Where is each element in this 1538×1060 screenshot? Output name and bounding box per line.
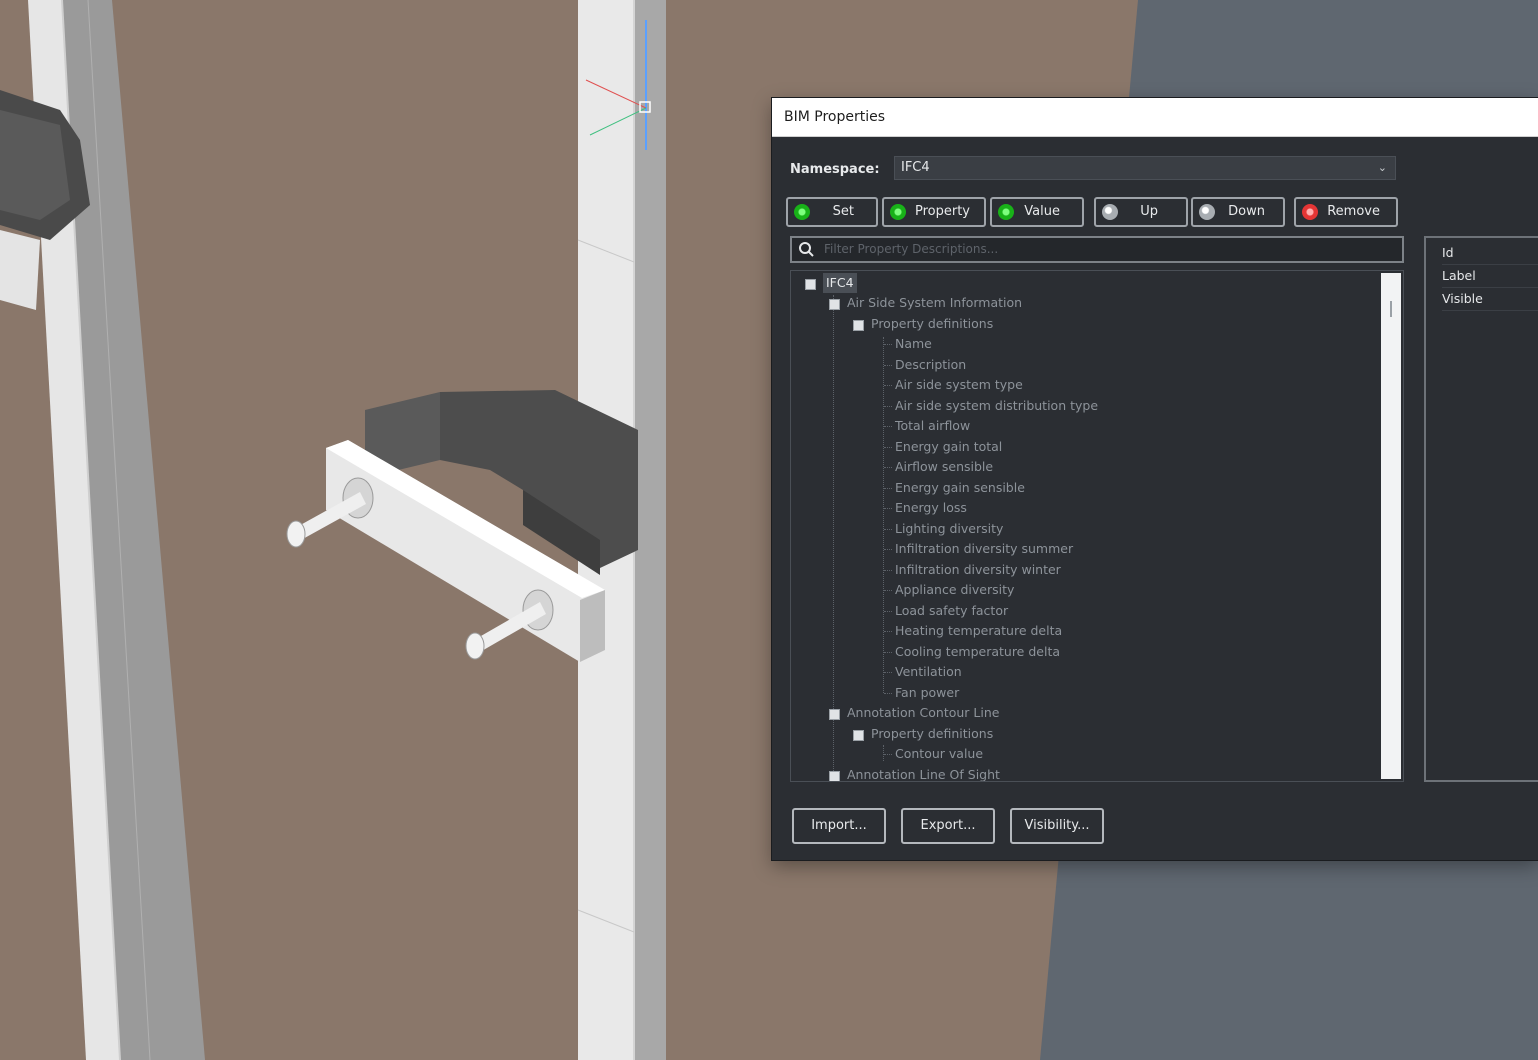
add-value-button[interactable]: Value <box>990 197 1084 227</box>
tree-connector <box>884 508 892 509</box>
collapse-icon <box>829 709 840 720</box>
up-icon <box>1102 204 1118 220</box>
search-icon <box>799 242 814 257</box>
tree-connector <box>884 693 892 694</box>
namespace-value: IFC4 <box>901 160 930 175</box>
tree-connector <box>884 344 892 345</box>
collapse-icon <box>853 320 864 331</box>
tree-node-label: Contour value <box>895 746 984 761</box>
filter-search-field[interactable]: Filter Property Descriptions... <box>790 236 1404 263</box>
scrollbar-thumb[interactable] <box>1390 301 1392 317</box>
tree-connector <box>884 426 892 427</box>
tree-node-label: Air Side System Information <box>847 295 1023 310</box>
tree-node-label: Name <box>895 336 932 351</box>
tree-connector <box>884 488 892 489</box>
tree-node-label: Air side system distribution type <box>895 398 1099 413</box>
move-down-button[interactable]: Down <box>1191 197 1285 227</box>
bim-properties-dialog: BIM Properties Namespace: IFC4 ⌄ Set Pro… <box>772 98 1538 860</box>
tree-node-label: Ventilation <box>895 664 962 679</box>
namespace-label: Namespace: <box>790 161 880 177</box>
tree-connector <box>884 672 892 673</box>
tree-connector <box>884 590 892 591</box>
tree-node-label: Cooling temperature delta <box>895 644 1061 659</box>
add-value-label: Value <box>1024 204 1060 219</box>
tree-connector <box>884 406 892 407</box>
tree-node-label: Energy loss <box>895 500 967 515</box>
tree-scrollbar[interactable] <box>1381 273 1401 779</box>
namespace-row: Namespace: IFC4 ⌄ <box>790 156 1396 182</box>
tree-connector <box>884 754 892 755</box>
add-icon <box>794 204 810 220</box>
tree-node-label: Infiltration diversity summer <box>895 541 1074 556</box>
tree-node-label: Airflow sensible <box>895 459 994 474</box>
tree-connector <box>884 467 892 468</box>
namespace-select[interactable]: IFC4 ⌄ <box>894 156 1396 180</box>
property-attributes-panel: Id Label Visible <box>1424 236 1538 782</box>
attribute-id[interactable]: Id <box>1442 242 1538 265</box>
attribute-visible[interactable]: Visible <box>1442 288 1538 311</box>
remove-button[interactable]: Remove <box>1294 197 1398 227</box>
tree-connector <box>884 447 892 448</box>
export-button[interactable]: Export... <box>901 808 995 844</box>
tree-connector <box>884 529 892 530</box>
tree-connector <box>884 570 892 571</box>
dialog-title-bar[interactable]: BIM Properties <box>772 98 1538 137</box>
property-tree[interactable]: IFC4 Air Side System Information Propert… <box>790 270 1404 782</box>
remove-icon <box>1302 204 1318 220</box>
move-up-label: Up <box>1140 204 1158 219</box>
tree-node-label: Heating temperature delta <box>895 623 1063 638</box>
tree-node-label: Infiltration diversity winter <box>895 562 1061 577</box>
tree-connector <box>884 631 892 632</box>
import-button[interactable]: Import... <box>792 808 886 844</box>
move-down-label: Down <box>1228 204 1265 219</box>
down-icon <box>1199 204 1215 220</box>
tree-guide-line <box>883 745 884 761</box>
add-set-label: Set <box>832 204 854 219</box>
tree-connector <box>884 385 892 386</box>
add-property-button[interactable]: Property <box>882 197 986 227</box>
tree-node-label: Lighting diversity <box>895 521 1004 536</box>
collapse-icon <box>853 730 864 741</box>
tree-node-label: Air side system type <box>895 377 1023 392</box>
dialog-title: BIM Properties <box>784 109 886 125</box>
tree-guide-line <box>833 295 834 775</box>
tree-node-label: Property definitions <box>871 726 994 741</box>
visibility-button[interactable]: Visibility... <box>1010 808 1104 844</box>
tree-guide-line <box>883 337 884 693</box>
collapse-icon <box>829 299 840 310</box>
tree-connector <box>884 549 892 550</box>
tree-node-label: Appliance diversity <box>895 582 1015 597</box>
tree-node-label: Annotation Contour Line <box>847 705 1000 720</box>
tree-node-label: Energy gain sensible <box>895 480 1025 495</box>
tree-node-label: Property definitions <box>871 316 994 331</box>
add-property-label: Property <box>914 204 970 219</box>
move-up-button[interactable]: Up <box>1094 197 1188 227</box>
chevron-down-icon: ⌄ <box>1377 161 1387 174</box>
tree-node-label: Total airflow <box>895 418 971 433</box>
tree-connector <box>884 365 892 366</box>
collapse-icon <box>805 279 816 290</box>
tree-node-label: Energy gain total <box>895 439 1003 454</box>
tree-node-label: Fan power <box>895 685 960 700</box>
add-set-button[interactable]: Set <box>786 197 878 227</box>
tree-node-label: IFC4 <box>823 273 857 293</box>
attribute-label[interactable]: Label <box>1442 265 1538 288</box>
add-icon <box>998 204 1014 220</box>
remove-label: Remove <box>1327 204 1380 219</box>
tree-node-label: Annotation Line Of Sight <box>847 767 1000 782</box>
tree-node-label: Load safety factor <box>895 603 1009 618</box>
tree-connector <box>884 652 892 653</box>
add-icon <box>890 204 906 220</box>
tree-node-label: Description <box>895 357 967 372</box>
expand-icon <box>829 771 840 781</box>
tree-connector <box>884 611 892 612</box>
search-placeholder: Filter Property Descriptions... <box>824 242 999 256</box>
